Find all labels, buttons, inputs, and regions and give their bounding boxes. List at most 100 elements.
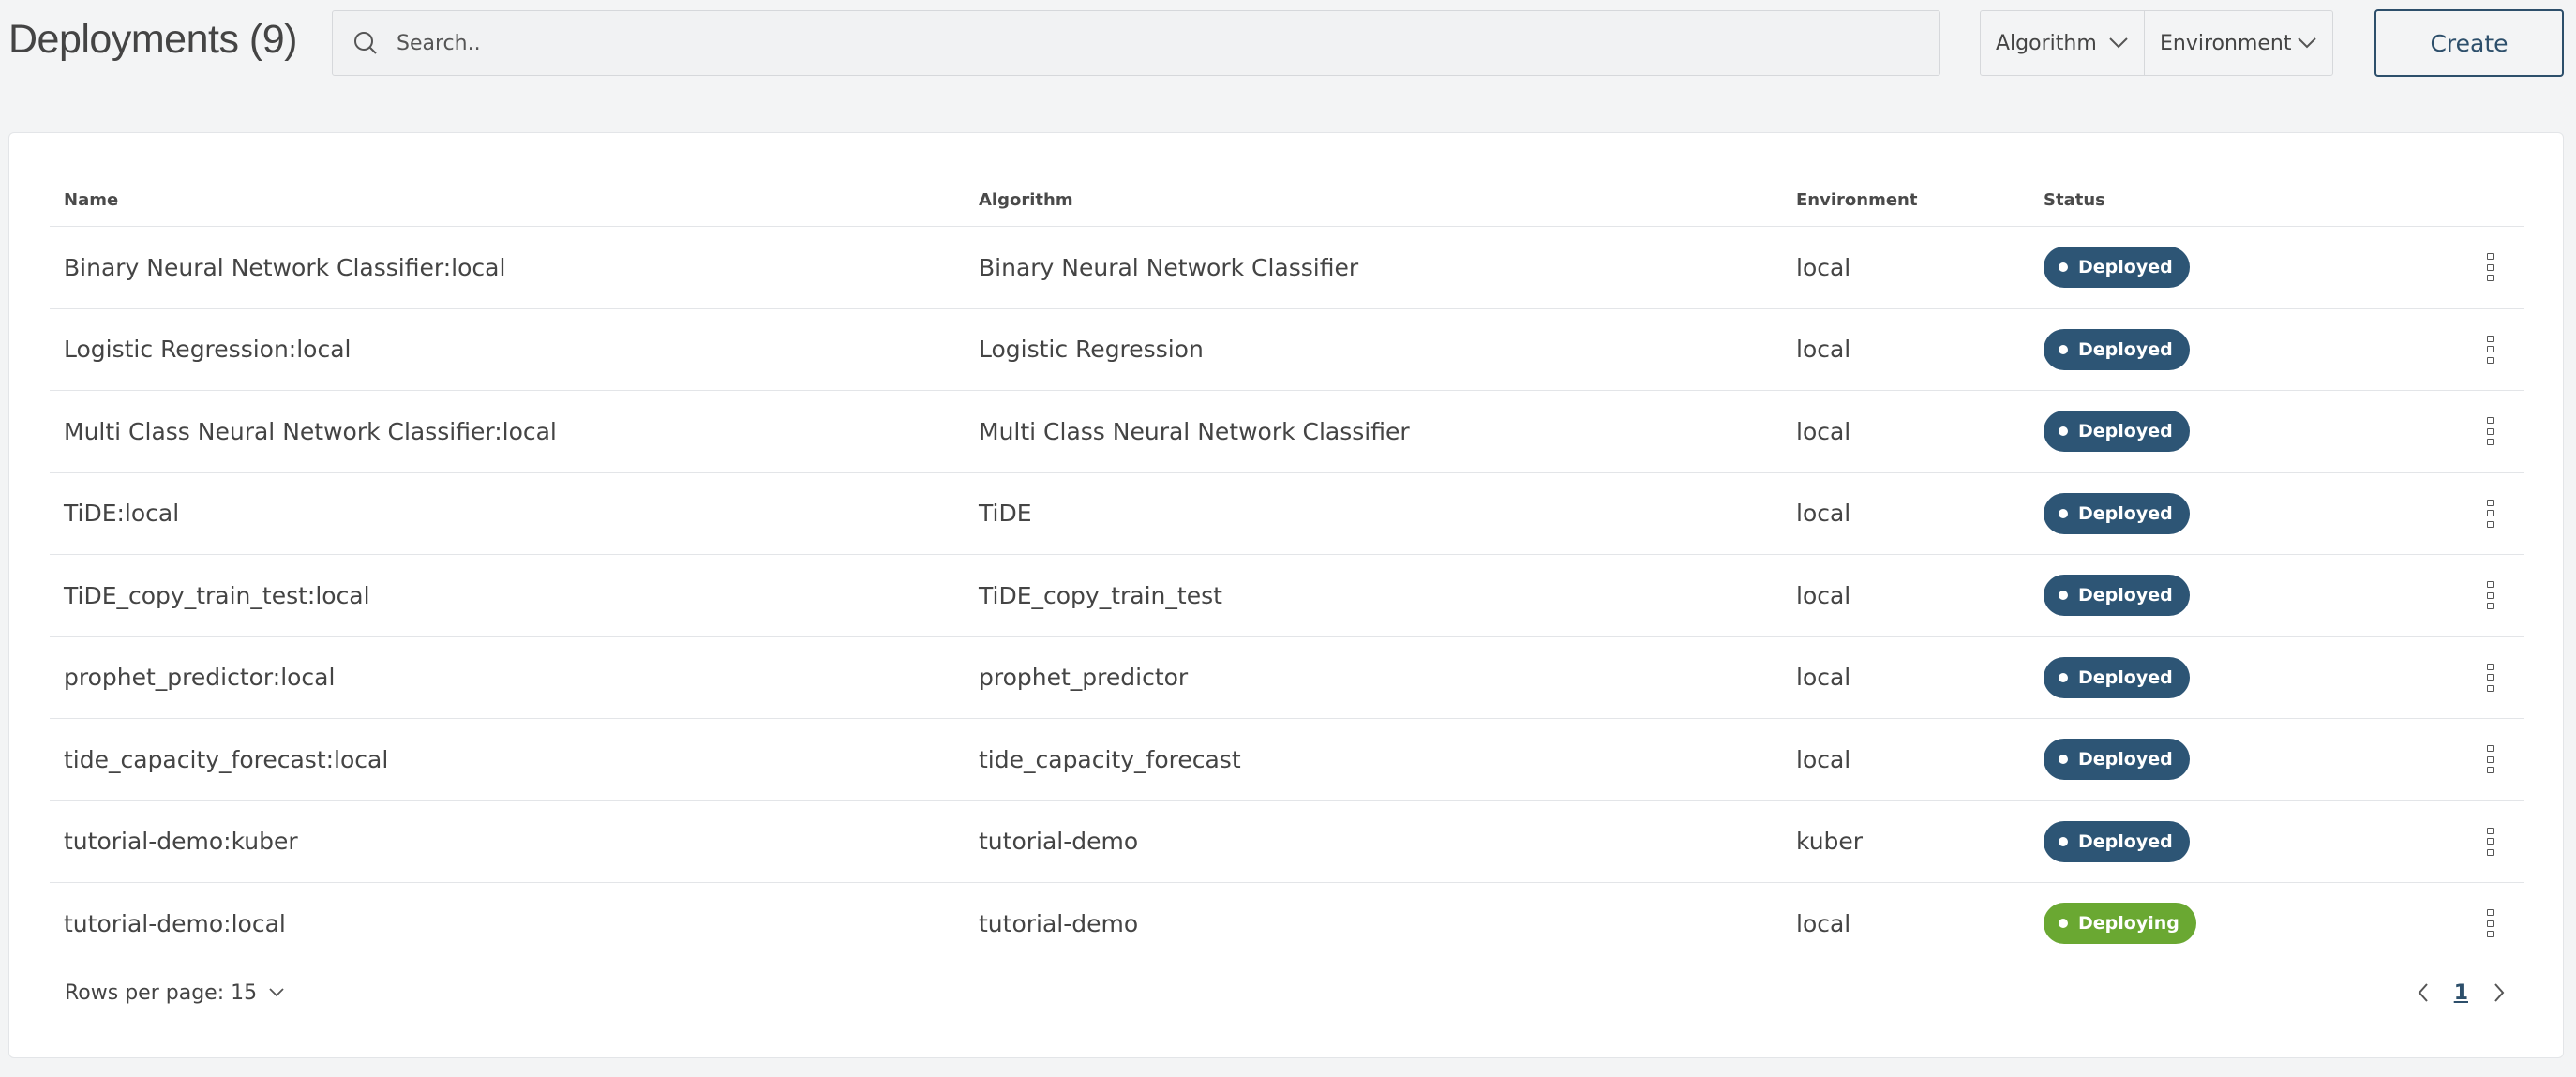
- table-row[interactable]: tide_capacity_forecast:local tide_capaci…: [50, 719, 2524, 801]
- pagination: 1: [2411, 980, 2524, 1005]
- algorithm-filter-label: Algorithm: [1996, 31, 2097, 55]
- deployment-algorithm: prophet_predictor: [979, 664, 1189, 692]
- chevron-right-icon[interactable]: [2487, 980, 2511, 1005]
- status-label: Deployed: [2078, 749, 2173, 770]
- chevron-down-icon: [2108, 33, 2129, 53]
- more-options-icon[interactable]: [2484, 417, 2495, 446]
- status-cell: Deployed: [2044, 411, 2437, 453]
- status-label: Deployed: [2078, 585, 2173, 606]
- table-footer: Rows per page: 15 1: [50, 965, 2524, 1021]
- column-header-name[interactable]: Name: [50, 190, 979, 210]
- more-options-icon[interactable]: [2484, 745, 2495, 774]
- row-actions: [2437, 253, 2524, 282]
- status-badge: Deployed: [2044, 328, 2190, 370]
- status-cell: Deploying: [2044, 903, 2437, 945]
- table-row[interactable]: Multi Class Neural Network Classifier:lo…: [50, 391, 2524, 473]
- column-header-environment[interactable]: Environment: [1796, 190, 2044, 210]
- status-dot-icon: [2059, 755, 2068, 765]
- status-dot-icon: [2059, 672, 2068, 682]
- deployment-name[interactable]: tutorial-demo:local: [50, 910, 979, 937]
- more-options-icon[interactable]: [2484, 827, 2495, 856]
- status-cell: Deployed: [2044, 820, 2437, 862]
- deployment-name[interactable]: tutorial-demo:kuber: [50, 828, 979, 855]
- chevron-down-icon: [266, 982, 287, 1003]
- row-actions: [2437, 499, 2524, 528]
- status-badge: Deployed: [2044, 739, 2190, 781]
- table-row[interactable]: Logistic Regression:local Logistic Regre…: [50, 309, 2524, 391]
- chevron-left-icon[interactable]: [2411, 980, 2435, 1005]
- deployment-name[interactable]: Multi Class Neural Network Classifier:lo…: [50, 418, 979, 445]
- page-header: Deployments (9) Algorithm Environment Cr…: [0, 0, 2576, 89]
- table-row[interactable]: TiDE:local TiDE local Deployed: [50, 473, 2524, 555]
- deployment-algorithm: tutorial-demo: [979, 828, 1139, 856]
- status-cell: Deployed: [2044, 739, 2437, 781]
- deployment-algorithm: Multi Class Neural Network Classifier: [979, 417, 1410, 445]
- table-body: Binary Neural Network Classifier:local B…: [50, 227, 2524, 965]
- deployment-environment: local: [1796, 336, 1851, 364]
- deployment-environment: local: [1796, 500, 1851, 528]
- status-badge: Deployed: [2044, 820, 2190, 862]
- status-cell: Deployed: [2044, 656, 2437, 698]
- deployment-name[interactable]: Logistic Regression:local: [50, 336, 979, 363]
- status-dot-icon: [2059, 919, 2068, 929]
- deployment-environment: local: [1796, 909, 1851, 937]
- status-badge: Deployed: [2044, 247, 2190, 289]
- status-label: Deployed: [2078, 338, 2173, 360]
- status-dot-icon: [2059, 426, 2068, 437]
- column-header-algorithm[interactable]: Algorithm: [979, 190, 1796, 210]
- more-options-icon[interactable]: [2484, 909, 2495, 938]
- deployment-name[interactable]: prophet_predictor:local: [50, 664, 979, 691]
- more-options-icon[interactable]: [2484, 335, 2495, 364]
- row-actions: [2437, 581, 2524, 610]
- row-actions: [2437, 335, 2524, 364]
- status-dot-icon: [2059, 262, 2068, 273]
- table-row[interactable]: tutorial-demo:local tutorial-demo local …: [50, 883, 2524, 965]
- search-input[interactable]: [397, 31, 1896, 55]
- status-dot-icon: [2059, 836, 2068, 846]
- deployment-name[interactable]: tide_capacity_forecast:local: [50, 746, 979, 773]
- column-header-status[interactable]: Status: [2044, 190, 2437, 210]
- deployment-name[interactable]: TiDE:local: [50, 500, 979, 527]
- deployment-environment: local: [1796, 417, 1851, 445]
- deployment-algorithm: TiDE: [979, 500, 1032, 528]
- algorithm-filter-dropdown[interactable]: Algorithm: [1981, 11, 2145, 75]
- table-row[interactable]: TiDE_copy_train_test:local TiDE_copy_tra…: [50, 555, 2524, 637]
- more-options-icon[interactable]: [2484, 663, 2495, 692]
- status-label: Deployed: [2078, 257, 2173, 278]
- environment-filter-label: Environment: [2160, 31, 2292, 55]
- page-number[interactable]: 1: [2454, 981, 2468, 1005]
- status-label: Deploying: [2078, 913, 2179, 935]
- status-label: Deployed: [2078, 421, 2173, 442]
- deployments-table: Name Algorithm Environment Status Binary…: [50, 174, 2524, 965]
- deployment-algorithm: TiDE_copy_train_test: [979, 581, 1222, 609]
- deployments-card: Name Algorithm Environment Status Binary…: [8, 132, 2564, 1058]
- status-cell: Deployed: [2044, 492, 2437, 534]
- status-cell: Deployed: [2044, 328, 2437, 370]
- deployment-name[interactable]: TiDE_copy_train_test:local: [50, 582, 979, 609]
- table-row[interactable]: Binary Neural Network Classifier:local B…: [50, 227, 2524, 309]
- status-badge: Deployed: [2044, 656, 2190, 698]
- environment-filter-dropdown[interactable]: Environment: [2145, 11, 2332, 75]
- search-box[interactable]: [332, 10, 1940, 76]
- page-title: Deployments (9): [8, 17, 297, 62]
- table-row[interactable]: prophet_predictor:local prophet_predicto…: [50, 637, 2524, 719]
- deployment-environment: local: [1796, 745, 1851, 773]
- status-dot-icon: [2059, 591, 2068, 601]
- status-cell: Deployed: [2044, 575, 2437, 617]
- status-badge: Deploying: [2044, 903, 2196, 945]
- status-badge: Deployed: [2044, 492, 2190, 534]
- deployment-name[interactable]: Binary Neural Network Classifier:local: [50, 254, 979, 281]
- create-button[interactable]: Create: [2374, 9, 2564, 77]
- status-cell: Deployed: [2044, 247, 2437, 289]
- rows-per-page-select[interactable]: Rows per page: 15: [50, 981, 287, 1005]
- row-actions: [2437, 909, 2524, 938]
- table-header: Name Algorithm Environment Status: [50, 174, 2524, 227]
- table-row[interactable]: tutorial-demo:kuber tutorial-demo kuber …: [50, 801, 2524, 883]
- row-actions: [2437, 827, 2524, 856]
- deployment-environment: local: [1796, 664, 1851, 692]
- deployment-algorithm: tide_capacity_forecast: [979, 745, 1241, 773]
- status-dot-icon: [2059, 508, 2068, 518]
- more-options-icon[interactable]: [2484, 253, 2495, 282]
- more-options-icon[interactable]: [2484, 581, 2495, 610]
- more-options-icon[interactable]: [2484, 499, 2495, 528]
